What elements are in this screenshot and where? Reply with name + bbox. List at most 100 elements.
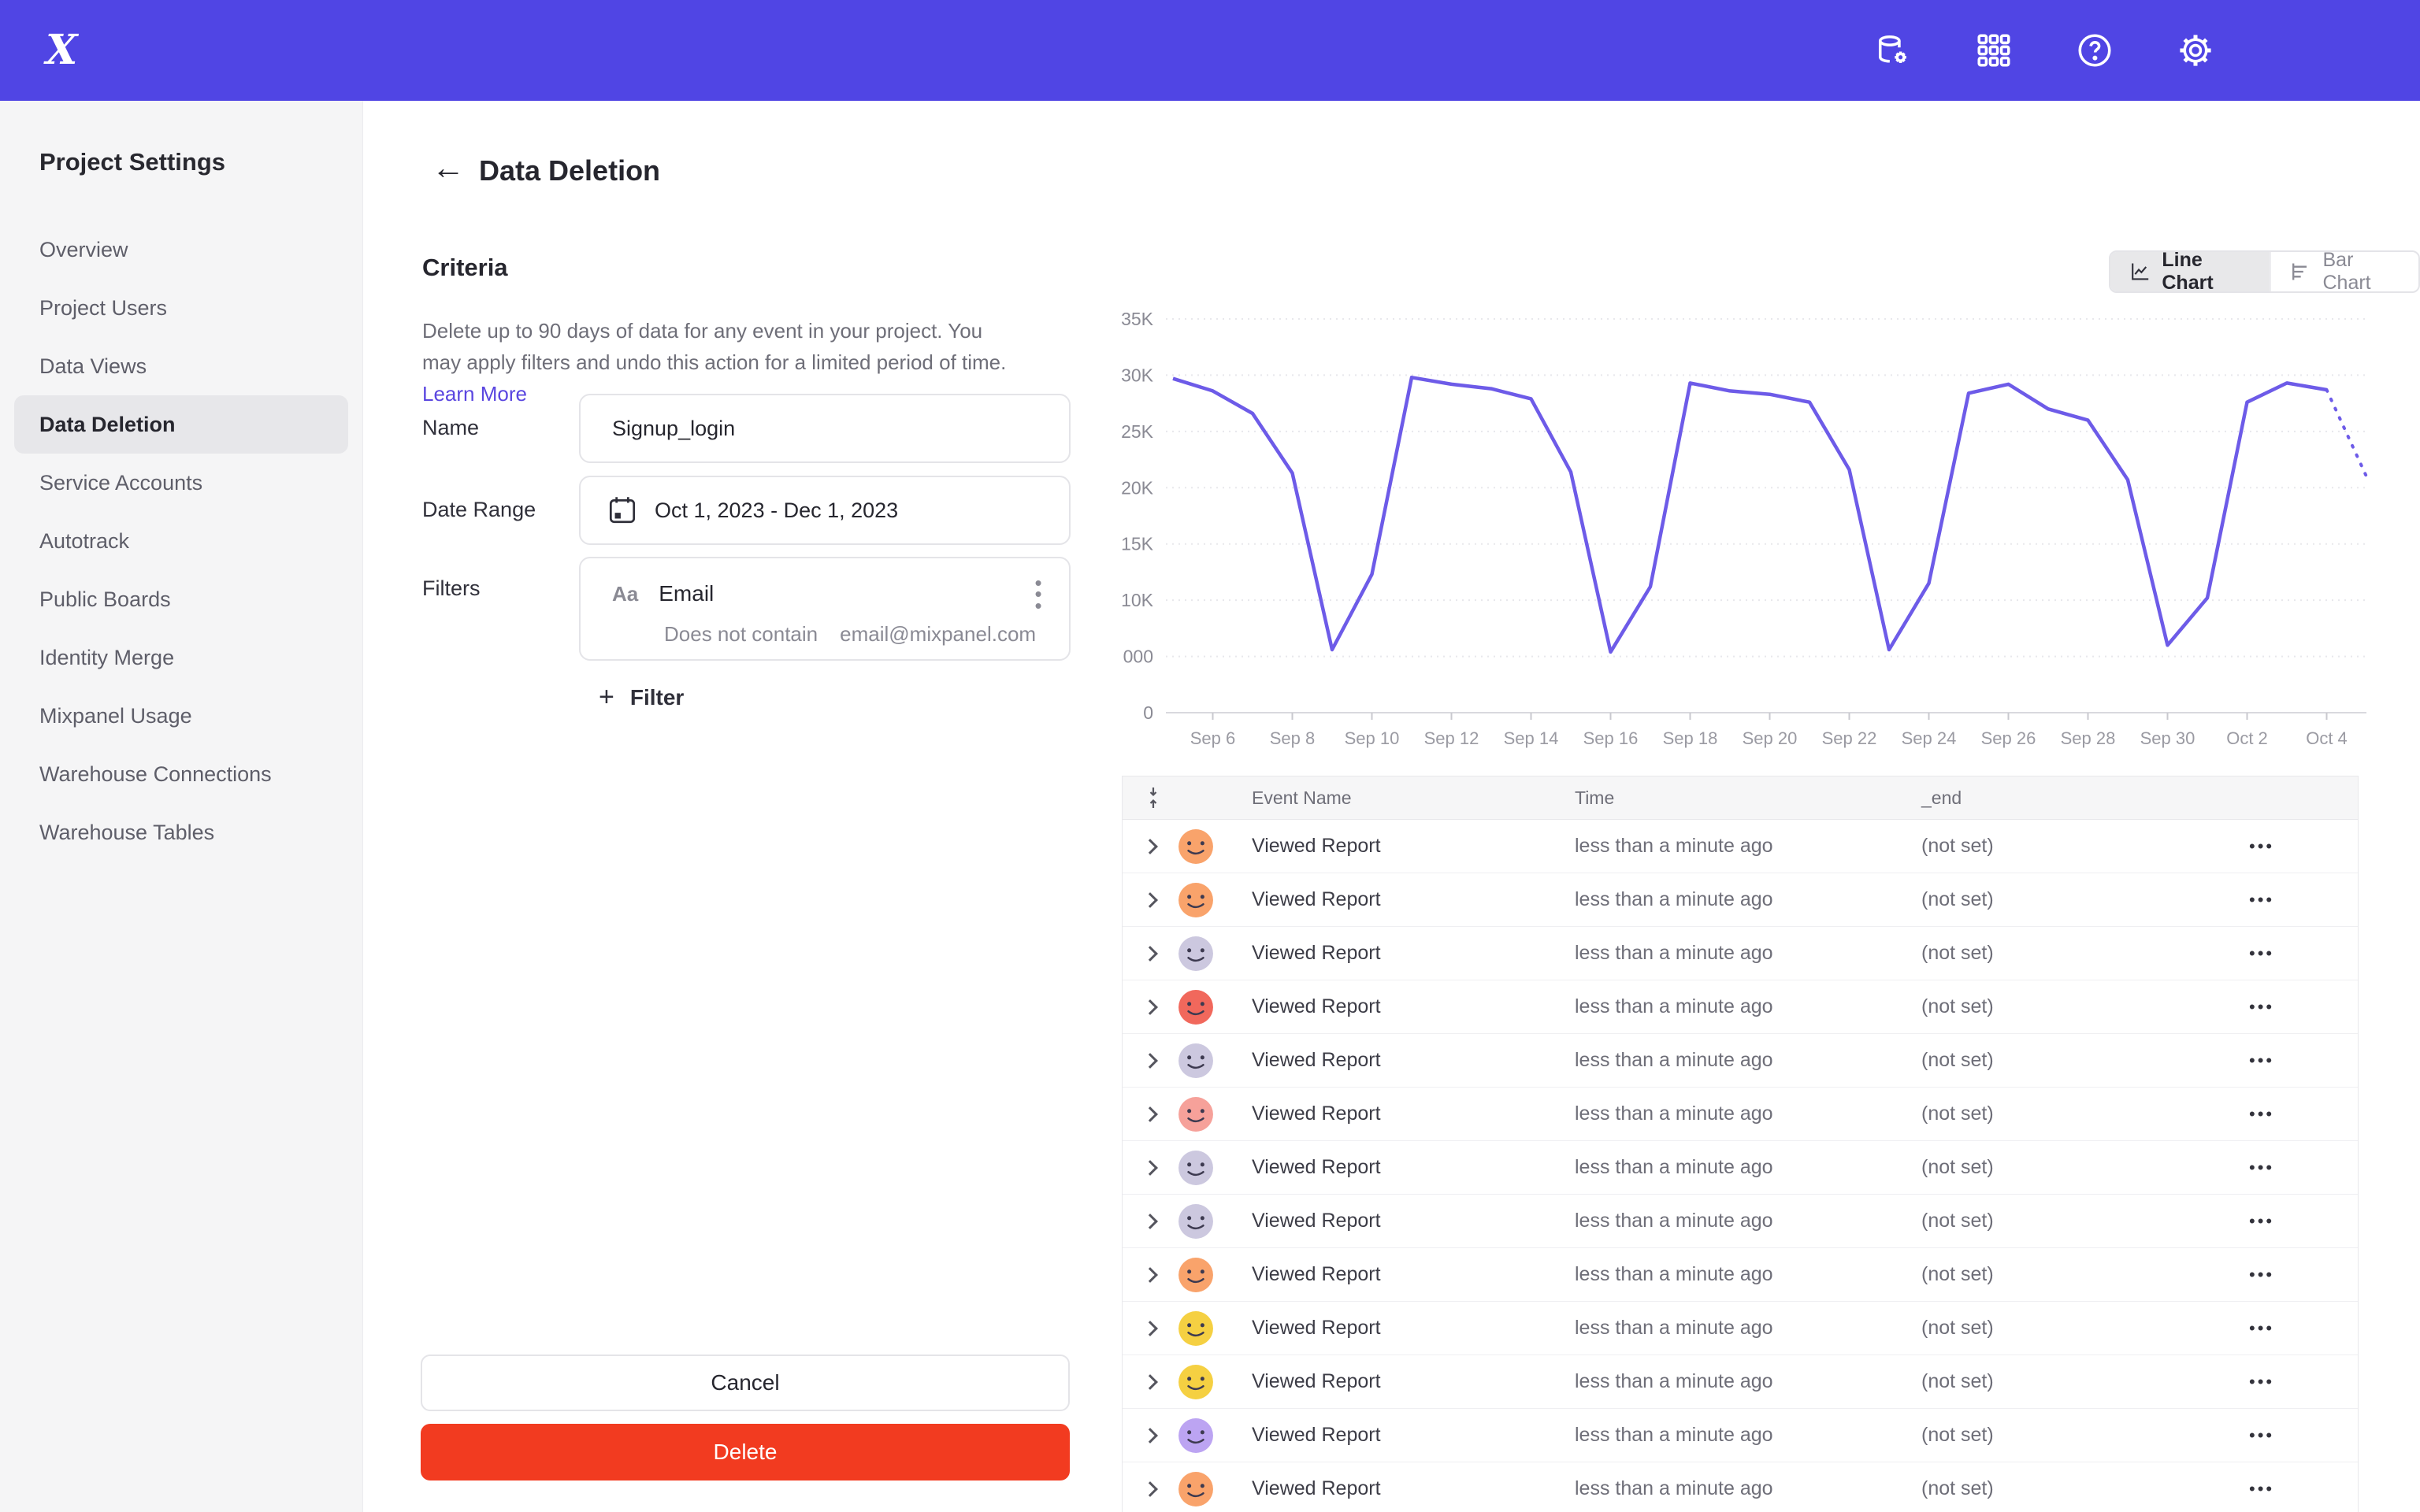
- table-header-row: Event Name Time _end: [1123, 776, 2358, 820]
- apps-grid-icon[interactable]: [1974, 31, 2014, 70]
- row-actions-icon[interactable]: •••: [2213, 1104, 2358, 1125]
- svg-text:Sep 8: Sep 8: [1270, 728, 1316, 748]
- table-row[interactable]: Viewed Reportless than a minute ago(not …: [1123, 1462, 2358, 1512]
- expand-chevron-icon[interactable]: [1142, 1214, 1158, 1229]
- learn-more-link[interactable]: Learn More: [422, 382, 527, 406]
- help-icon[interactable]: [2075, 31, 2114, 70]
- svg-text:20K: 20K: [1122, 477, 1154, 498]
- name-value: Signup_login: [612, 417, 735, 441]
- data-settings-icon[interactable]: [1873, 31, 1913, 70]
- kebab-menu-icon[interactable]: •••: [1026, 577, 1050, 611]
- col-header-event-name[interactable]: Event Name: [1228, 788, 1551, 809]
- events-table: Event Name Time _end Viewed Reportless t…: [1122, 776, 2359, 1512]
- end-cell: (not set): [1898, 1049, 2213, 1072]
- table-row[interactable]: Viewed Reportless than a minute ago(not …: [1123, 1195, 2358, 1248]
- row-actions-icon[interactable]: •••: [2213, 1051, 2358, 1071]
- sidebar-item-data-deletion[interactable]: Data Deletion: [14, 395, 348, 454]
- table-row[interactable]: Viewed Reportless than a minute ago(not …: [1123, 1355, 2358, 1409]
- expand-chevron-icon[interactable]: [1142, 892, 1158, 908]
- row-actions-icon[interactable]: •••: [2213, 1318, 2358, 1339]
- criteria-description-text: Delete up to 90 days of data for any eve…: [422, 319, 1006, 374]
- row-actions-icon[interactable]: •••: [2213, 836, 2358, 857]
- sidebar-item-project-users[interactable]: Project Users: [0, 279, 362, 337]
- add-filter-button[interactable]: + Filter: [599, 682, 684, 713]
- row-actions-icon[interactable]: •••: [2213, 1372, 2358, 1392]
- line-chart-label: Line Chart: [2162, 250, 2251, 293]
- table-row[interactable]: Viewed Reportless than a minute ago(not …: [1123, 1088, 2358, 1141]
- back-arrow-icon[interactable]: ←: [432, 151, 465, 184]
- expand-chevron-icon[interactable]: [1142, 1053, 1158, 1069]
- sidebar-item-warehouse-tables[interactable]: Warehouse Tables: [0, 803, 362, 862]
- table-row[interactable]: Viewed Reportless than a minute ago(not …: [1123, 927, 2358, 980]
- sidebar-item-autotrack[interactable]: Autotrack: [0, 512, 362, 570]
- table-row[interactable]: Viewed Reportless than a minute ago(not …: [1123, 980, 2358, 1034]
- table-row[interactable]: Viewed Reportless than a minute ago(not …: [1123, 1248, 2358, 1302]
- sidebar-item-data-views[interactable]: Data Views: [0, 337, 362, 395]
- table-row[interactable]: Viewed Reportless than a minute ago(not …: [1123, 1302, 2358, 1355]
- table-row[interactable]: Viewed Reportless than a minute ago(not …: [1123, 1409, 2358, 1462]
- end-cell: (not set): [1898, 835, 2213, 858]
- user-avatar-icon: [1178, 1364, 1214, 1400]
- expand-chevron-icon[interactable]: [1142, 999, 1158, 1015]
- row-actions-icon[interactable]: •••: [2213, 1211, 2358, 1232]
- settings-gear-icon[interactable]: [2176, 31, 2215, 70]
- date-range-input[interactable]: Oct 1, 2023 - Dec 1, 2023: [579, 476, 1071, 545]
- sidebar-item-overview[interactable]: Overview: [0, 220, 362, 279]
- row-actions-icon[interactable]: •••: [2213, 943, 2358, 964]
- sidebar-item-mixpanel-usage[interactable]: Mixpanel Usage: [0, 687, 362, 745]
- sidebar-item-public-boards[interactable]: Public Boards: [0, 570, 362, 628]
- mixpanel-logo[interactable]: X: [46, 30, 77, 71]
- user-avatar-icon: [1178, 1418, 1214, 1454]
- time-cell: less than a minute ago: [1551, 1477, 1898, 1500]
- svg-text:Sep 30: Sep 30: [2140, 728, 2195, 748]
- end-cell: (not set): [1898, 1477, 2213, 1500]
- filter-value[interactable]: email@mixpanel.com: [840, 622, 1036, 647]
- col-header-time[interactable]: Time: [1551, 788, 1898, 809]
- filter-operator[interactable]: Does not contain: [664, 622, 818, 647]
- sidebar-item-warehouse-connections[interactable]: Warehouse Connections: [0, 745, 362, 803]
- svg-text:5,000: 5,000: [1122, 647, 1153, 667]
- expand-chevron-icon[interactable]: [1142, 1481, 1158, 1497]
- col-header-end[interactable]: _end: [1898, 788, 2213, 809]
- expand-chevron-icon[interactable]: [1142, 1374, 1158, 1390]
- expand-chevron-icon[interactable]: [1142, 1321, 1158, 1336]
- cancel-button[interactable]: Cancel: [421, 1354, 1070, 1411]
- line-chart-toggle[interactable]: Line Chart: [2110, 252, 2270, 291]
- expand-chevron-icon[interactable]: [1142, 1428, 1158, 1443]
- event-name-cell: Viewed Report: [1228, 1263, 1551, 1286]
- expand-chevron-icon[interactable]: [1142, 1160, 1158, 1176]
- time-cell: less than a minute ago: [1551, 1102, 1898, 1125]
- bar-chart-label: Bar Chart: [2323, 250, 2400, 293]
- row-actions-icon[interactable]: •••: [2213, 890, 2358, 910]
- event-name-cell: Viewed Report: [1228, 1156, 1551, 1179]
- event-name-cell: Viewed Report: [1228, 1370, 1551, 1393]
- time-cell: less than a minute ago: [1551, 942, 1898, 965]
- filter-card[interactable]: Aa Email ••• Does not contain email@mixp…: [579, 557, 1071, 661]
- bar-chart-toggle[interactable]: Bar Chart: [2270, 252, 2418, 291]
- row-actions-icon[interactable]: •••: [2213, 1425, 2358, 1446]
- expand-chevron-icon[interactable]: [1142, 839, 1158, 854]
- end-cell: (not set): [1898, 888, 2213, 911]
- table-body: Viewed Reportless than a minute ago(not …: [1123, 820, 2358, 1512]
- expand-chevron-icon[interactable]: [1142, 1106, 1158, 1122]
- row-actions-icon[interactable]: •••: [2213, 1265, 2358, 1285]
- svg-text:Sep 24: Sep 24: [1902, 728, 1957, 748]
- expand-chevron-icon[interactable]: [1142, 946, 1158, 962]
- sort-icon[interactable]: [1140, 786, 1167, 810]
- table-row[interactable]: Viewed Reportless than a minute ago(not …: [1123, 1141, 2358, 1195]
- sidebar-item-identity-merge[interactable]: Identity Merge: [0, 628, 362, 687]
- table-row[interactable]: Viewed Reportless than a minute ago(not …: [1123, 1034, 2358, 1088]
- row-actions-icon[interactable]: •••: [2213, 997, 2358, 1017]
- end-cell: (not set): [1898, 1263, 2213, 1286]
- table-row[interactable]: Viewed Reportless than a minute ago(not …: [1123, 820, 2358, 873]
- table-row[interactable]: Viewed Reportless than a minute ago(not …: [1123, 873, 2358, 927]
- expand-chevron-icon[interactable]: [1142, 1267, 1158, 1283]
- row-actions-icon[interactable]: •••: [2213, 1158, 2358, 1178]
- svg-text:Sep 28: Sep 28: [2061, 728, 2116, 748]
- name-input[interactable]: Signup_login: [579, 394, 1071, 463]
- row-actions-icon[interactable]: •••: [2213, 1479, 2358, 1499]
- delete-button[interactable]: Delete: [421, 1424, 1070, 1480]
- filters-label: Filters: [422, 576, 481, 601]
- svg-text:10K: 10K: [1122, 590, 1154, 610]
- sidebar-item-service-accounts[interactable]: Service Accounts: [0, 454, 362, 512]
